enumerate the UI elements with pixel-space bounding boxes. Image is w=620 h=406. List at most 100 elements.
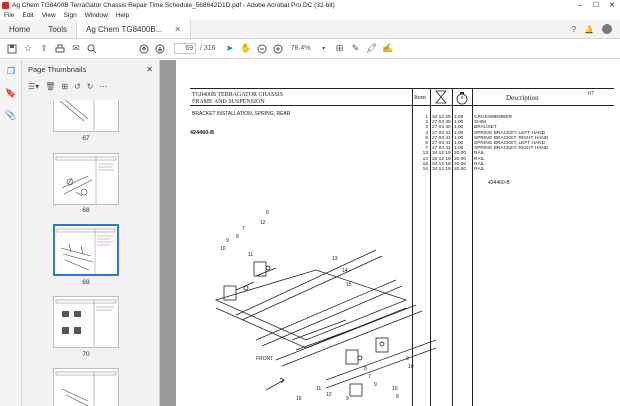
page-total: / 316 — [200, 45, 216, 52]
callout-label: 13 — [332, 256, 338, 262]
menu-file[interactable]: File — [0, 12, 18, 19]
callout-label: 12 — [260, 220, 266, 226]
parts-cell-code: 34 12 19 — [432, 167, 451, 173]
notifications-icon[interactable]: 🔔 — [584, 25, 594, 34]
callout-label: FRONT — [256, 356, 273, 362]
thumbnail-page-67[interactable] — [53, 100, 119, 132]
figure-id-small: 424460-B — [488, 180, 510, 186]
parts-cell-desc: SPRING BRACKET, RIGHT HAND — [474, 146, 549, 152]
rotate-left-icon[interactable]: ↺ — [74, 82, 81, 91]
thumbnail-page-71[interactable] — [53, 368, 119, 406]
thumbnail-label: 69 — [82, 279, 90, 286]
parts-item-column: 1 2 3 4 5 6 7 13 14 15 16 — [418, 115, 428, 172]
callout-label: 9 — [346, 396, 349, 402]
maximize-button[interactable]: ☐ — [588, 1, 604, 9]
bookmark-star-icon[interactable]: ☆ — [20, 41, 36, 57]
callout-label: 16 — [296, 396, 302, 402]
sign-icon[interactable]: ✍ — [380, 41, 396, 57]
callout-label: 10 — [220, 246, 226, 252]
marquee-zoom-icon[interactable]: ⊞ — [332, 41, 348, 57]
thumbnail-page-70[interactable] — [53, 296, 119, 348]
callout-label: 15 — [346, 282, 352, 288]
parts-desc-column: CROSSMEMBER SHIM BRACKET SPRING BRACKET, LE… — [474, 115, 548, 172]
thumbnail-page-68[interactable] — [53, 153, 119, 205]
title-bar: Ag Chem TG8400B TerraGator Chassis Repai… — [0, 0, 620, 10]
parts-cell-code: 34 12 19 — [432, 151, 451, 157]
document-viewport[interactable]: TG8400B TERRAGATOR CHASSIS FRAME AND SUS… — [160, 60, 620, 406]
bookmarks-icon[interactable]: 🔖 — [0, 82, 22, 104]
zoom-dropdown-icon[interactable]: ▾ — [316, 41, 332, 57]
tab-close-icon[interactable]: ✕ — [174, 25, 181, 34]
callout-label: 6 — [266, 210, 269, 216]
zoom-in-icon[interactable] — [270, 41, 286, 57]
zoom-level[interactable]: 78.4% — [286, 45, 316, 52]
callout-label: 8 — [364, 366, 367, 372]
comment-icon[interactable]: ✎ — [348, 41, 364, 57]
thumbnail-list: 67 68 69 70 — [22, 100, 152, 406]
email-icon[interactable]: ✉ — [68, 41, 84, 57]
print-icon[interactable] — [52, 41, 68, 57]
column-header-description: Description — [506, 94, 539, 102]
delete-page-icon[interactable]: 🗑 — [45, 82, 55, 91]
navigation-rail: ❐ 🔖 📎 — [0, 60, 22, 406]
header-title: TG8400B TERRAGATOR CHASSIS — [192, 92, 284, 98]
callout-label: 10 — [392, 386, 398, 392]
hourglass-icon — [433, 90, 449, 106]
save-icon[interactable] — [4, 41, 20, 57]
menu-view[interactable]: View — [38, 12, 60, 19]
column-divider — [472, 88, 473, 406]
callout-label: 9 — [226, 238, 229, 244]
tab-home[interactable]: Home — [0, 20, 39, 38]
parts-cell-time: 20,00 — [454, 151, 467, 157]
callout-label: 12 — [326, 392, 332, 398]
search-icon[interactable] — [84, 41, 100, 57]
previous-page-icon[interactable] — [136, 41, 152, 57]
close-window-button[interactable]: ✕ — [604, 1, 620, 9]
menu-sign[interactable]: Sign — [60, 12, 81, 19]
upload-icon[interactable]: ⇪ — [36, 41, 52, 57]
tab-document-label: Ag Chem TG8400B... — [86, 24, 163, 34]
panel-toolbar: ☰▾ 🗑 ⊞ ↺ ↻ ⋯ — [22, 78, 159, 94]
avatar[interactable] — [602, 24, 612, 34]
tab-tools[interactable]: Tools — [39, 20, 76, 38]
callout-label: 8 — [396, 394, 399, 400]
page-header: TG8400B TERRAGATOR CHASSIS FRAME AND SUS… — [190, 88, 614, 106]
menu-edit[interactable]: Edit — [18, 12, 37, 19]
parts-time-column: 1,00 1,00 1,00 1,00 1,00 1,00 1,00 20,00 20,00 20… — [454, 115, 466, 172]
panel-header: Page Thumbnails ✕ — [22, 60, 159, 78]
parts-cell-desc: RAIL — [474, 167, 485, 173]
pdf-page: TG8400B TERRAGATOR CHASSIS FRAME AND SUS… — [176, 60, 620, 406]
thumbnail-label: 68 — [82, 207, 90, 214]
more-options-icon[interactable]: ⋯ — [99, 82, 107, 91]
callout-label: 14 — [342, 268, 348, 274]
help-icon[interactable]: ? — [572, 25, 576, 34]
parts-cell-code: 27 03 40 — [432, 125, 451, 131]
menu-help[interactable]: Help — [112, 12, 133, 19]
parts-cell-item: 16 — [422, 167, 428, 173]
select-cursor-icon[interactable]: ➤ — [222, 41, 238, 57]
callout-label: 8 — [236, 234, 239, 240]
thumbnail-options-icon[interactable]: ☰▾ — [28, 82, 39, 91]
menu-window[interactable]: Window — [81, 12, 112, 19]
rotate-right-icon[interactable]: ↻ — [87, 82, 94, 91]
callout-label: 11 — [316, 386, 321, 392]
page-thumbnails-icon[interactable]: ❐ — [0, 60, 22, 82]
callout-label: 11 — [248, 252, 253, 258]
insert-page-icon[interactable]: ⊞ — [61, 82, 68, 91]
current-page-input[interactable]: 69 — [174, 43, 196, 54]
panel-close-icon[interactable]: ✕ — [146, 65, 153, 74]
hand-tool-icon[interactable]: ✋ — [238, 41, 254, 57]
callout-label: 9 — [406, 356, 409, 362]
minimize-button[interactable]: – — [572, 2, 588, 9]
thumbnail-label: 70 — [82, 351, 90, 358]
tab-document[interactable]: Ag Chem TG8400B... ✕ — [76, 20, 192, 38]
tabbar-right-icons: ? 🔔 — [572, 20, 620, 38]
highlight-icon[interactable]: 🖍 — [364, 41, 380, 57]
column-header-item: Item — [414, 94, 426, 101]
next-page-icon[interactable] — [152, 41, 168, 57]
thumbnail-page-69-selected[interactable] — [53, 224, 119, 276]
parts-cell-time: 20,00 — [454, 167, 467, 173]
parts-code-column: 34 12 29 27 03 39 27 03 40 27 03 41 27 03 41… — [432, 115, 451, 172]
zoom-out-icon[interactable] — [254, 41, 270, 57]
attachments-icon[interactable]: 📎 — [0, 104, 22, 126]
